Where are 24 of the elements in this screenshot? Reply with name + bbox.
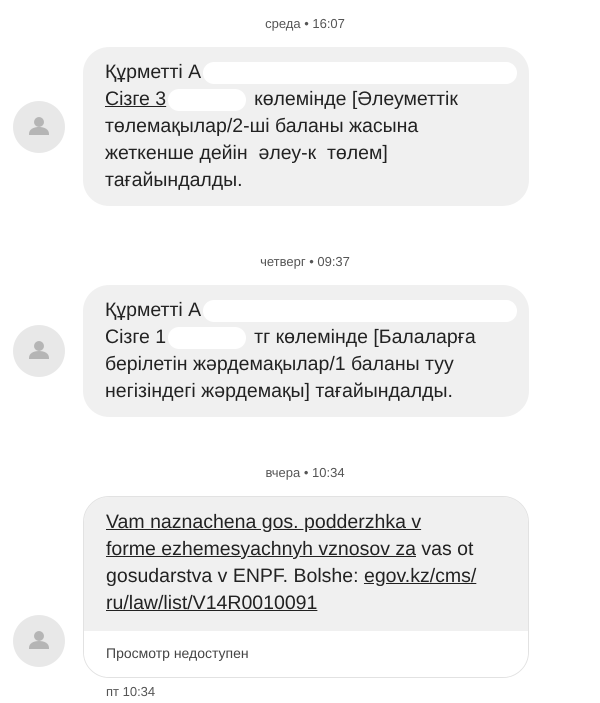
- message-link[interactable]: egov.kz/cms/: [364, 563, 476, 590]
- avatar-icon: [13, 615, 65, 667]
- message-text: vas ot: [420, 537, 474, 562]
- message-text: Сізге 1: [105, 325, 166, 350]
- message-text: берілетін жәрдемақылар/1 баланы туу: [105, 352, 454, 377]
- message-link[interactable]: Сізге 3: [105, 86, 166, 113]
- date-header: четверг • 09:37: [260, 254, 350, 269]
- message-text: тг көлемінде [Балаларға: [254, 325, 476, 350]
- message-link[interactable]: forme ezhemesyachnyh vznosov za: [106, 536, 416, 563]
- date-header: вчера • 10:34: [265, 465, 345, 480]
- message-text: тағайындалды.: [105, 168, 243, 193]
- message-time: пт 10:34: [106, 684, 156, 699]
- message-text: жеткенше дейін әлеу-к төлем]: [105, 141, 388, 166]
- message-text: gosudarstva v ENPF. Bolshe:: [106, 564, 360, 589]
- message-text: Құрметті А: [105, 60, 202, 85]
- message-text: Құрметті А: [105, 298, 202, 323]
- message-text: төлемақылар/2-ші баланы жасына: [105, 114, 418, 139]
- message-link[interactable]: ru/law/list/V14R0010091: [106, 590, 318, 617]
- date-header: среда • 16:07: [265, 16, 345, 31]
- avatar-icon: [13, 325, 65, 377]
- message-link[interactable]: Vam naznachena gos. podderzhka v: [106, 509, 422, 536]
- message-text: негізіндегі жәрдемақы] тағайындалды.: [105, 379, 453, 404]
- message-text: көлемінде [Әлеуметтік: [254, 87, 458, 112]
- avatar-icon: [13, 100, 65, 152]
